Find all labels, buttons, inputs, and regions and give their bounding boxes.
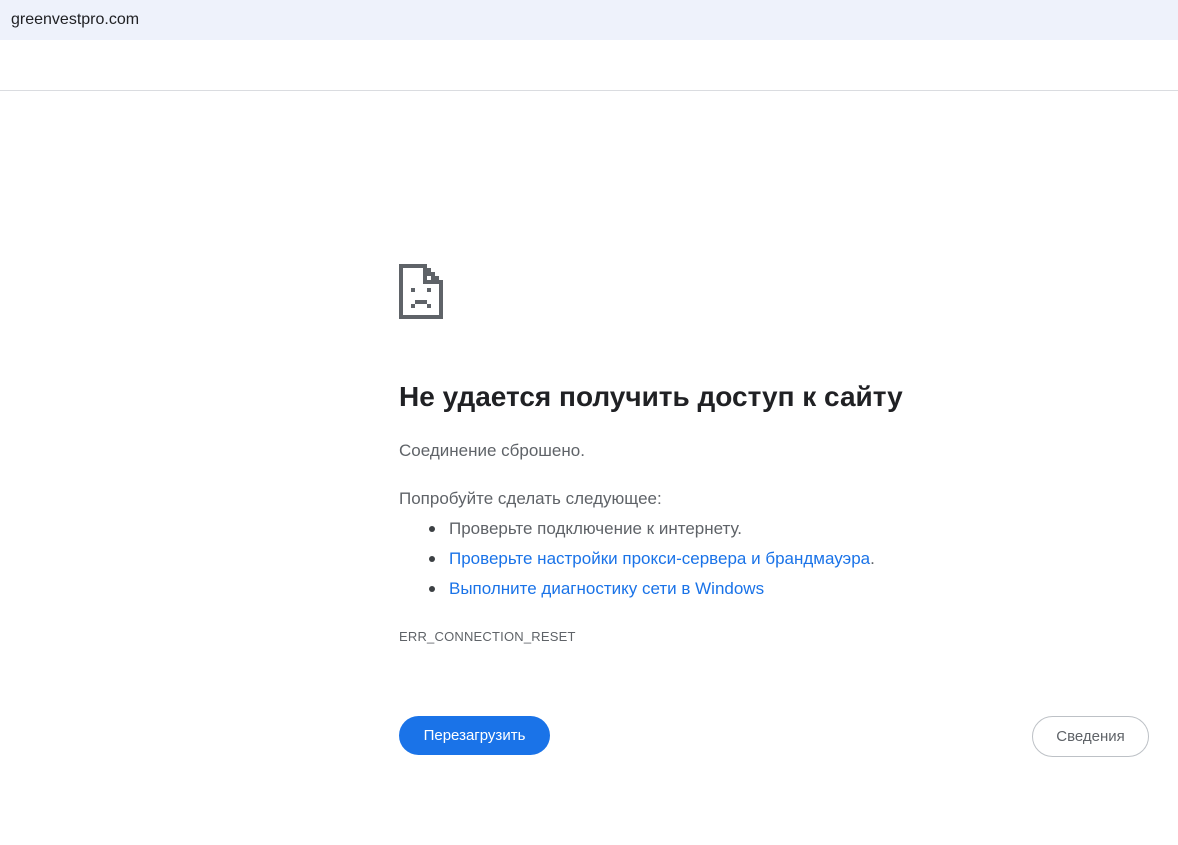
address-bar[interactable]: greenvestpro.com — [0, 0, 1178, 40]
suggestions-label: Попробуйте сделать следующее: — [399, 489, 662, 508]
suggestion-check-proxy: Проверьте настройки прокси-сервера и бра… — [399, 547, 875, 577]
toolbar-strip — [0, 40, 1178, 91]
error-message: Соединение сброшено. — [399, 441, 585, 460]
suggestion-text: Проверьте подключение к интернету. — [449, 519, 743, 538]
reload-button[interactable]: Перезагрузить — [399, 716, 550, 755]
suggestions-list: Проверьте подключение к интернету. Прове… — [399, 517, 875, 607]
bullet-icon — [429, 586, 435, 592]
network-diagnostics-link[interactable]: Выполните диагностику сети в Windows — [449, 579, 764, 598]
error-code: ERR_CONNECTION_RESET — [399, 629, 576, 644]
bullet-icon — [429, 526, 435, 532]
proxy-firewall-link[interactable]: Проверьте настройки прокси-сервера и бра… — [449, 549, 870, 568]
sad-document-icon — [399, 264, 443, 319]
error-heading: Не удается получить доступ к сайту — [399, 381, 903, 412]
suggestion-check-connection: Проверьте подключение к интернету. — [399, 517, 875, 547]
suggestion-run-diagnostics: Выполните диагностику сети в Windows — [399, 577, 875, 607]
suggestion-suffix: . — [870, 549, 875, 568]
url-text[interactable]: greenvestpro.com — [11, 10, 139, 30]
bullet-icon — [429, 556, 435, 562]
details-button[interactable]: Сведения — [1032, 716, 1149, 757]
